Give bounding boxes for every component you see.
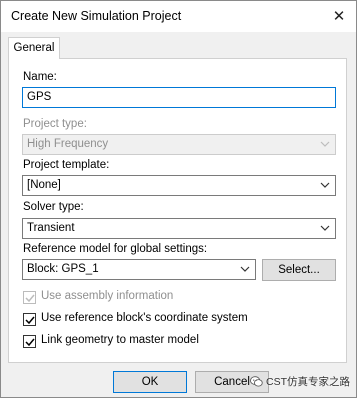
- dialog-title: Create New Simulation Project: [11, 9, 182, 23]
- checkmark-icon: [25, 294, 35, 303]
- solver-type-select[interactable]: Transient: [22, 218, 336, 239]
- reference-model-label: Reference model for global settings:: [23, 243, 208, 255]
- checkmark-icon: [25, 316, 35, 325]
- reference-model-select[interactable]: Block: GPS_1: [22, 259, 256, 280]
- chevron-down-icon: [240, 266, 250, 272]
- chevron-down-icon: [320, 225, 330, 231]
- close-icon[interactable]: ✕: [330, 7, 348, 25]
- name-value: GPS: [27, 91, 52, 103]
- ok-button[interactable]: OK: [113, 371, 187, 393]
- project-template-value: [None]: [27, 179, 61, 191]
- use-assembly-checkbox: [23, 291, 36, 304]
- title-bar: Create New Simulation Project ✕: [1, 1, 356, 32]
- solver-type-value: Transient: [27, 222, 75, 234]
- project-type-select: High Frequency: [22, 134, 336, 155]
- name-label: Name:: [23, 71, 57, 83]
- project-type-label: Project type:: [23, 118, 87, 130]
- link-geometry-label: Link geometry to master model: [41, 334, 199, 346]
- project-template-select[interactable]: [None]: [22, 175, 336, 196]
- chevron-down-icon: [320, 141, 330, 147]
- solver-type-label: Solver type:: [23, 201, 84, 213]
- project-template-label: Project template:: [23, 159, 110, 171]
- project-type-value: High Frequency: [27, 138, 109, 150]
- name-input[interactable]: GPS: [22, 87, 336, 108]
- use-reference-block-checkbox[interactable]: [23, 313, 36, 326]
- dialog-window: Create New Simulation Project ✕ General …: [0, 0, 357, 398]
- watermark-text: CST仿真专家之路: [266, 375, 350, 388]
- select-button[interactable]: Select...: [262, 259, 336, 281]
- link-geometry-checkbox[interactable]: [23, 335, 36, 348]
- watermark: CST仿真专家之路: [250, 371, 357, 391]
- use-reference-block-label: Use reference block's coordinate system: [41, 312, 248, 324]
- reference-model-value: Block: GPS_1: [27, 263, 99, 275]
- use-assembly-label: Use assembly information: [41, 290, 174, 302]
- chevron-down-icon: [320, 182, 330, 188]
- tab-general[interactable]: General: [8, 37, 60, 59]
- wechat-icon: [250, 375, 263, 387]
- checkmark-icon: [25, 338, 35, 347]
